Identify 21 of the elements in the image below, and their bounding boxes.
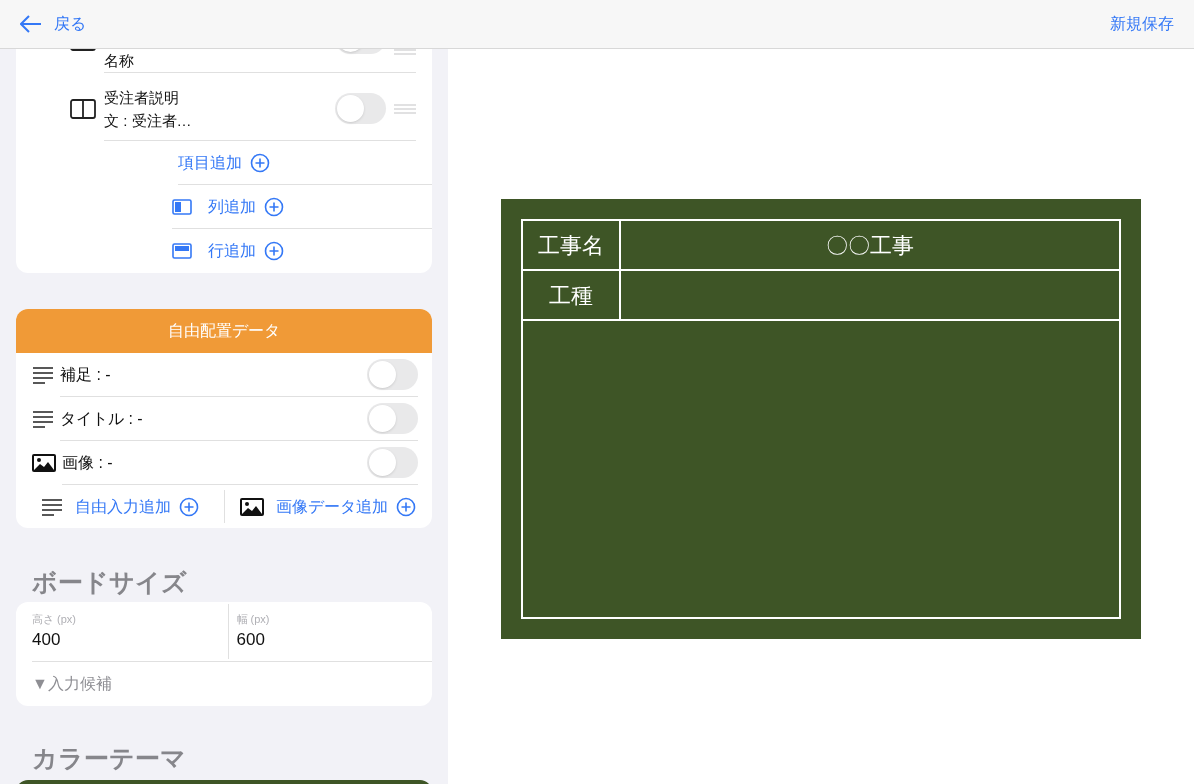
item-label: タイトル : - xyxy=(60,408,144,429)
suggestions-toggle[interactable]: ▼入力候補 xyxy=(16,662,112,706)
board-cell: 工種 xyxy=(523,271,621,319)
add-button[interactable]: 列追加 xyxy=(172,194,284,219)
section-title: ボードサイズ xyxy=(31,567,188,598)
add-button[interactable]: 画像データ追加 xyxy=(240,494,417,519)
item-label: 画像 : - xyxy=(62,452,114,473)
add-button[interactable]: 項目追加 xyxy=(178,150,270,175)
add-button[interactable]: 自由入力追加 xyxy=(40,494,199,519)
board-cell: 工事名 xyxy=(523,221,621,269)
item-label: 補足 : - xyxy=(60,364,112,385)
item-label: 名称 xyxy=(104,51,135,71)
section-title: カラーテーマ xyxy=(31,743,187,774)
input-field[interactable]: 高さ (px) 400 xyxy=(32,602,228,661)
item-label: 受注者説明文 : 受注者… xyxy=(104,87,193,131)
input-field[interactable]: 幅 (px) 600 xyxy=(227,604,432,659)
board-cell-text: 〇〇工事 xyxy=(825,231,915,260)
save-button[interactable]: 新規保存 xyxy=(1110,12,1174,36)
section-header: 自由配置データ xyxy=(16,309,432,353)
back-button[interactable]: 戻る xyxy=(20,12,86,36)
add-button[interactable]: 行追加 xyxy=(172,239,284,263)
